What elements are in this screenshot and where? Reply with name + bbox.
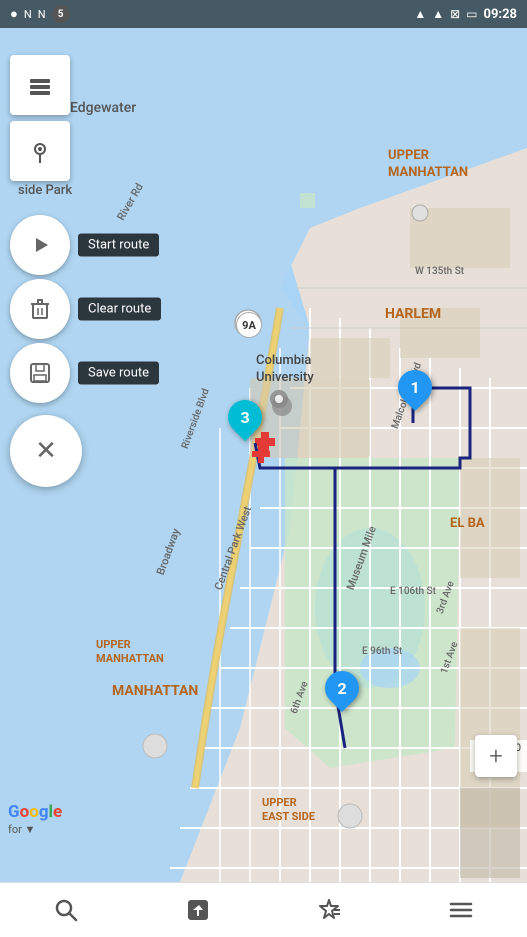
saved-icon	[316, 897, 342, 923]
google-logo: Google	[8, 802, 62, 822]
directions-icon	[185, 897, 211, 923]
close-button[interactable]: ✕	[10, 415, 82, 487]
status-bar-left: ● N N 5	[10, 5, 70, 23]
sim-icon: ⊠	[450, 7, 460, 21]
bottom-nav	[0, 882, 527, 937]
whatsapp-icon: ●	[10, 6, 18, 22]
marker-2: 2	[325, 671, 359, 705]
search-nav-button[interactable]	[33, 889, 99, 931]
marker-3: 3	[228, 400, 262, 434]
columbia-marker	[270, 390, 288, 408]
status-time: 09:28	[484, 7, 518, 22]
location-button[interactable]	[10, 121, 70, 181]
directions-nav-button[interactable]	[165, 889, 231, 931]
layers-icon	[26, 71, 54, 99]
road-badge-9a: 9A	[236, 312, 262, 338]
close-icon: ✕	[35, 436, 57, 466]
location-pin-icon	[26, 137, 54, 165]
left-panel: Start route Clear route Save route ✕	[10, 55, 82, 487]
menu-icon	[448, 897, 474, 923]
trash-icon	[28, 297, 52, 321]
play-icon	[28, 233, 52, 257]
battery-icon: ▭	[466, 7, 477, 21]
hospital-marker	[250, 443, 272, 465]
save-route-button[interactable]: Save route	[10, 343, 70, 403]
clear-route-button[interactable]: Clear route	[10, 279, 70, 339]
marker-1: 1	[398, 370, 432, 404]
zoom-plus-button[interactable]: +	[475, 735, 517, 777]
signal-icon: ▲	[432, 7, 444, 21]
status-bar: ● N N 5 ▲ ▲ ⊠ ▭ 09:28	[0, 0, 527, 28]
save-icon	[28, 361, 52, 385]
status-bar-right: ▲ ▲ ⊠ ▭ 09:28	[414, 7, 517, 22]
wifi-icon: ▲	[414, 7, 426, 21]
google-sub-text: for ▼	[8, 823, 35, 836]
search-icon	[53, 897, 79, 923]
saved-nav-button[interactable]	[296, 889, 362, 931]
start-route-button[interactable]: Start route	[10, 215, 70, 275]
notification-badge: 5	[52, 5, 70, 23]
notification-icon-1: N	[24, 8, 32, 21]
layer-toggle-button[interactable]	[10, 55, 70, 115]
menu-nav-button[interactable]	[428, 889, 494, 931]
notification-icon-2: N	[38, 8, 46, 21]
